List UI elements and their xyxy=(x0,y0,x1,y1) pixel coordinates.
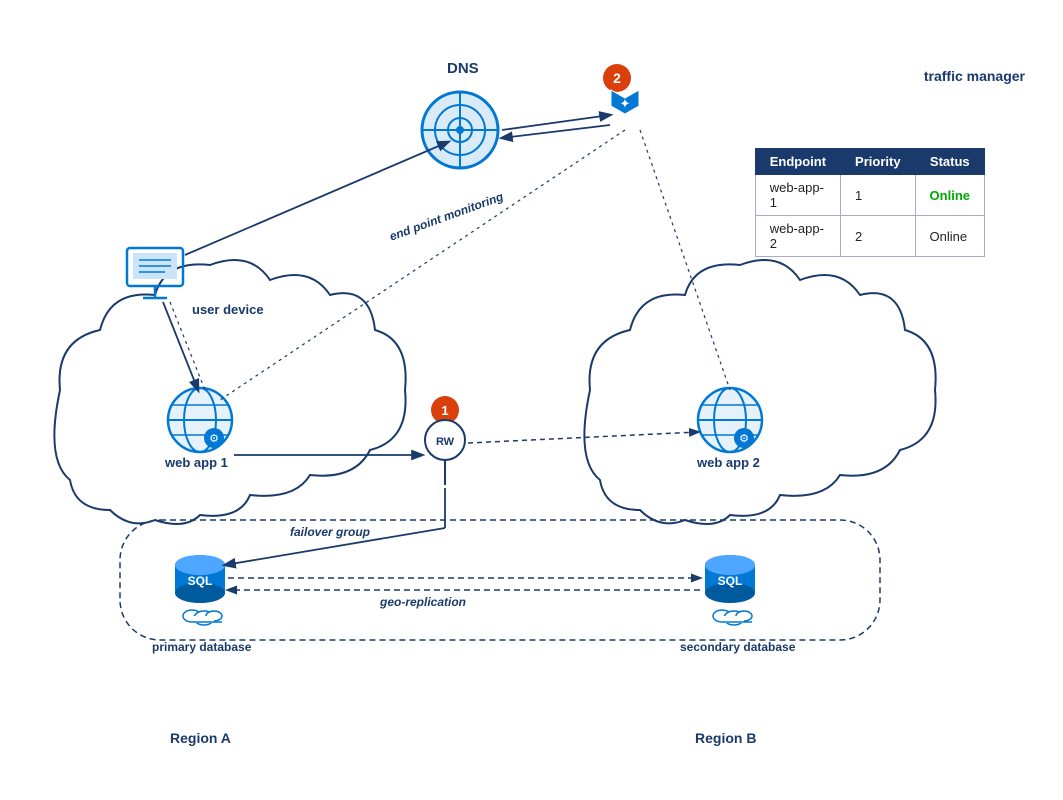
traffic-manager-icon: 2 ✦ xyxy=(603,64,639,114)
svg-text:SQL: SQL xyxy=(718,574,743,588)
primary-database-label: primary database xyxy=(152,640,251,654)
priority-1: 1 xyxy=(841,175,916,216)
svg-text:2: 2 xyxy=(613,70,621,86)
endpoint-2: web-app-2 xyxy=(755,216,840,257)
cloud-region-b xyxy=(584,260,935,524)
rw-marker: 1 RW xyxy=(425,396,465,485)
user-device-icon xyxy=(127,248,183,298)
arrow-rw-to-webapp2 xyxy=(468,432,698,443)
dns-icon xyxy=(422,92,498,168)
cloud-region-a xyxy=(54,260,405,524)
svg-text:SQL: SQL xyxy=(188,574,213,588)
arrow-device-to-dns xyxy=(185,142,448,255)
col-priority: Priority xyxy=(841,149,916,175)
svg-text:1: 1 xyxy=(441,403,448,418)
dotted-tm-to-webapp2 xyxy=(640,130,730,390)
table-row: web-app-1 1 Online xyxy=(755,175,984,216)
col-endpoint: Endpoint xyxy=(755,149,840,175)
main-diagram-svg: 2 ✦ xyxy=(0,0,1063,800)
endpoint-monitoring-label: end point monitoring xyxy=(388,189,506,243)
user-device-label: user device xyxy=(192,302,264,317)
svg-text:RW: RW xyxy=(436,436,455,448)
traffic-manager-section: traffic manager Endpoint Priority Status… xyxy=(924,68,1025,88)
failover-group-label: failover group xyxy=(290,525,370,539)
region-b-label: Region B xyxy=(695,730,756,746)
arrow-tm-to-dns xyxy=(502,125,610,138)
svg-text:✦: ✦ xyxy=(620,96,631,111)
traffic-manager-table: Endpoint Priority Status web-app-1 1 Onl… xyxy=(755,148,985,257)
table-row: web-app-2 2 Online xyxy=(755,216,984,257)
arrow-dns-to-tm xyxy=(502,115,610,130)
sql-primary-icon: SQL xyxy=(175,555,225,625)
web-app-2-icon: ⚙ xyxy=(698,388,762,452)
web-app-1-icon: ⚙ xyxy=(168,388,232,452)
dotted-tm-to-webapp1 xyxy=(220,130,625,400)
col-status: Status xyxy=(915,149,984,175)
dns-label: DNS xyxy=(447,60,479,77)
geo-replication-label: geo-replication xyxy=(380,595,466,609)
svg-text:⚙: ⚙ xyxy=(739,433,749,445)
priority-2: 2 xyxy=(841,216,916,257)
diagram-container: traffic manager Endpoint Priority Status… xyxy=(0,0,1063,800)
region-a-label: Region A xyxy=(170,730,231,746)
failover-group-rect xyxy=(120,520,880,640)
sql-secondary-icon: SQL xyxy=(705,555,755,625)
status-1: Online xyxy=(915,175,984,216)
web-app-1-label: web app 1 xyxy=(165,455,228,470)
svg-text:⚙: ⚙ xyxy=(209,433,219,445)
traffic-manager-title: traffic manager xyxy=(924,68,1025,84)
endpoint-1: web-app-1 xyxy=(755,175,840,216)
secondary-database-label: secondary database xyxy=(680,640,795,654)
web-app-2-label: web app 2 xyxy=(697,455,760,470)
status-2: Online xyxy=(915,216,984,257)
